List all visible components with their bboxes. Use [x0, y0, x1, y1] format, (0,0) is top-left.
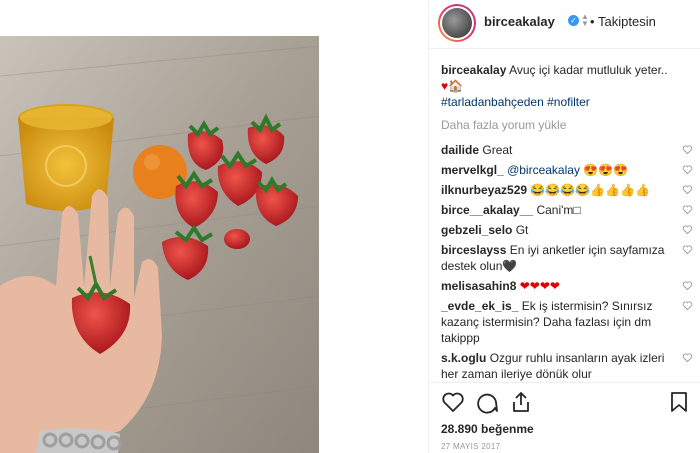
header-separator-dot: • [590, 14, 595, 29]
comment-item: birceslayss En iyi anketler için sayfamı… [441, 242, 696, 274]
caption-username[interactable]: birceakalay [441, 63, 506, 77]
avatar[interactable] [438, 4, 476, 42]
verified-badge-icon: ✓ [568, 15, 579, 26]
post-photo[interactable] [0, 36, 319, 453]
comment-item: melisasahin8 ❤❤❤❤ [441, 278, 696, 294]
comment-text: ❤❤❤❤ [519, 279, 560, 293]
post-caption: birceakalay Avuç içi kadar mutluluk yete… [441, 62, 696, 110]
comment-like-heart-icon[interactable] [682, 144, 693, 155]
comment-username[interactable]: gebzeli_selo [441, 223, 512, 237]
comment-item: _evde_ek_is_ Ek iş istermisin? Sınırsız … [441, 298, 696, 346]
comment-like-heart-icon[interactable] [682, 300, 693, 311]
comment-like-heart-icon[interactable] [682, 352, 693, 363]
comment-username[interactable]: ilknurbeyaz529 [441, 183, 527, 197]
comment-text: 😂😂😂😂👍👍👍👍 [530, 183, 650, 197]
bookmark-icon[interactable] [667, 390, 691, 414]
comment-username[interactable]: dailide [441, 143, 479, 157]
comment-icon[interactable] [475, 390, 499, 414]
actions-divider [429, 382, 700, 383]
comment-username[interactable]: melisasahin8 [441, 279, 516, 293]
heart-icon[interactable] [441, 390, 465, 414]
comment-username[interactable]: s.k.oglu [441, 351, 486, 365]
comment-text: Gt [515, 223, 529, 237]
strawberries-photo [0, 36, 319, 453]
avatar-frame [440, 6, 474, 40]
comment-item: s.k.oglu Ozgur ruhlu insanların ayak izl… [441, 350, 696, 382]
load-more-comments-link[interactable]: Daha fazla yorum yükle [441, 118, 696, 132]
comment-item: birce__akalay__ Cani'm□ [441, 202, 696, 218]
post-actions [441, 390, 691, 416]
more-options-icon[interactable]: ▲ ▼ [581, 13, 589, 28]
comment-like-heart-icon[interactable] [682, 164, 693, 175]
share-icon[interactable] [509, 390, 533, 414]
comment-username[interactable]: birce__akalay__ [441, 203, 533, 217]
caption-emoji: ♥🏠 [441, 79, 464, 93]
caption-text: Avuç içi kadar mutluluk yeter.. [509, 63, 668, 77]
post-date: 27 MAYIS 2017 [441, 442, 501, 451]
post-details-panel: birceakalay ✓ ▲ ▼ • Takiptesin birceakala… [429, 0, 700, 453]
comment-like-heart-icon[interactable] [682, 184, 693, 195]
comment-like-heart-icon[interactable] [682, 244, 693, 255]
caption-hashtags[interactable]: #tarladanbahçeden #nofilter [441, 95, 590, 109]
comment-text: @birceakalay 😍😍😍 [507, 163, 629, 177]
comment-username[interactable]: mervelkgl_ [441, 163, 504, 177]
comment-text: Cani'm□ [536, 203, 581, 217]
comment-text: Great [482, 143, 513, 157]
like-count[interactable]: 28.890 beğenme [441, 422, 534, 436]
comment-item: dailide Great [441, 142, 696, 158]
header-username[interactable]: birceakalay [484, 14, 555, 29]
comment-like-heart-icon[interactable] [682, 224, 693, 235]
comment-item: mervelkgl_ @birceakalay 😍😍😍 [441, 162, 696, 178]
comment-like-heart-icon[interactable] [682, 204, 693, 215]
comment-username[interactable]: birceslayss [441, 243, 506, 257]
comment-item: ilknurbeyaz529 😂😂😂😂👍👍👍👍 [441, 182, 696, 198]
comment-username[interactable]: _evde_ek_is_ [441, 299, 518, 313]
comments-list[interactable]: birceakalay Avuç içi kadar mutluluk yete… [441, 62, 696, 382]
comment-item: gebzeli_selo Gt [441, 222, 696, 238]
follow-status[interactable]: Takiptesin [598, 14, 656, 29]
comment-like-heart-icon[interactable] [682, 280, 693, 291]
post-header: birceakalay ✓ ▲ ▼ • Takiptesin [429, 0, 700, 49]
avatar-image [442, 8, 472, 38]
photo-panel [0, 0, 320, 453]
